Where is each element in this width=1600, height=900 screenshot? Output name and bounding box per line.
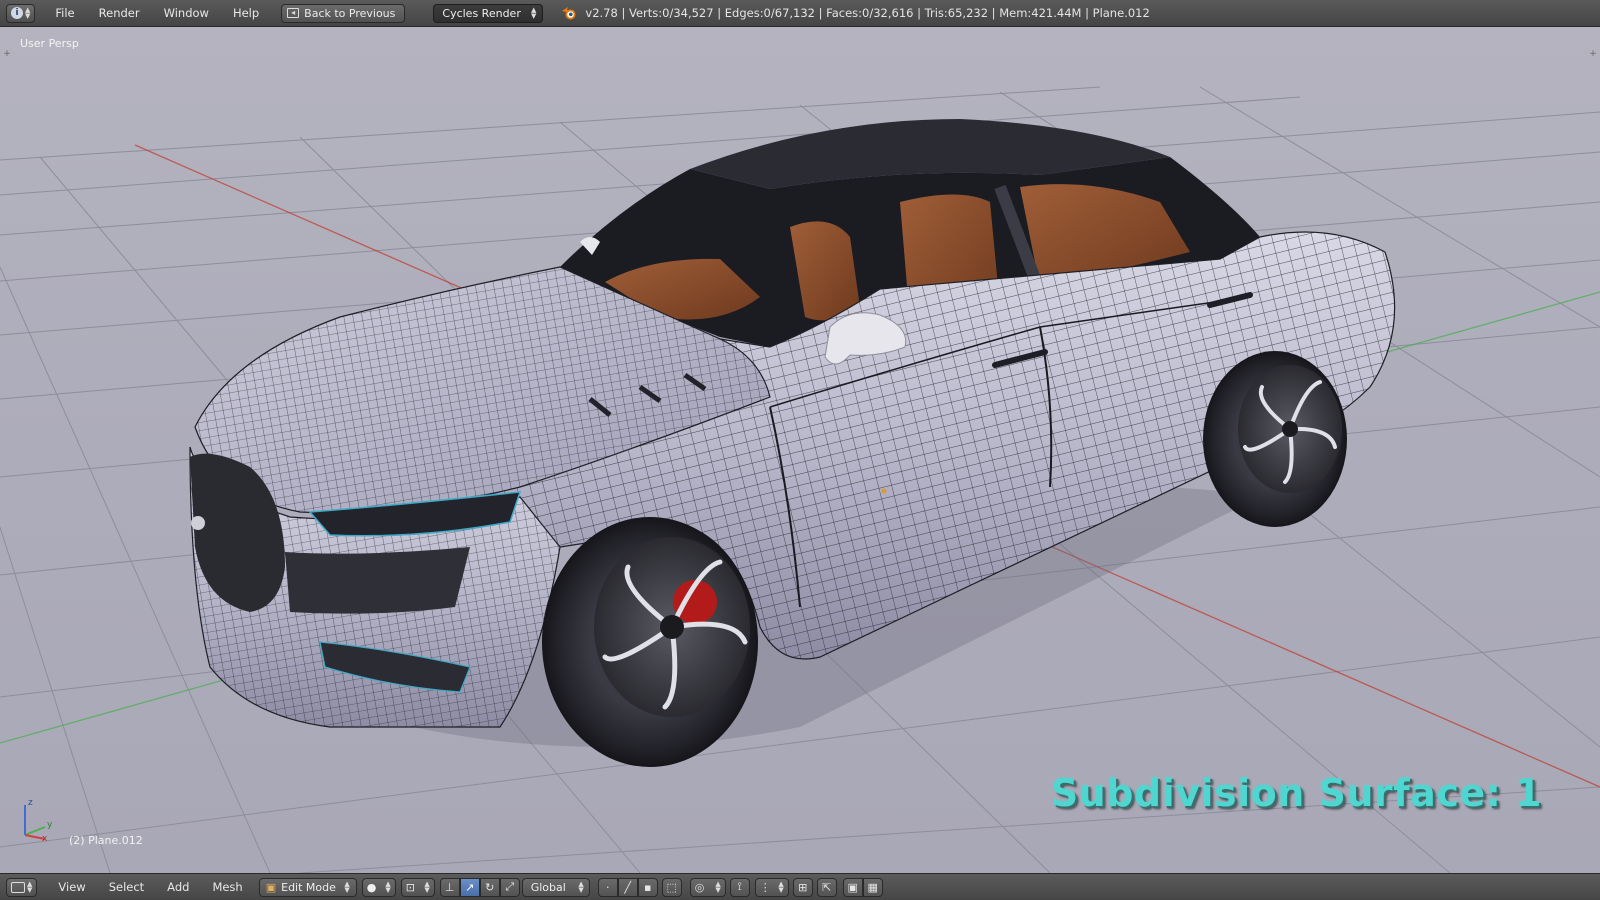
properties-toggle-icon[interactable]: + bbox=[1588, 49, 1598, 59]
up-down-arrows-icon: ▲ ▼ bbox=[25, 6, 31, 20]
menu-select[interactable]: Select bbox=[96, 880, 154, 894]
blender-logo-icon bbox=[562, 7, 576, 20]
menu-add[interactable]: Add bbox=[154, 880, 199, 894]
up-down-arrows-icon: ▲ ▼ bbox=[578, 880, 584, 894]
menu-view[interactable]: View bbox=[45, 880, 95, 894]
subdivision-overlay-text: Subdivision Surface: 1 bbox=[1050, 771, 1542, 815]
up-down-arrows-icon: ▲ ▼ bbox=[715, 880, 721, 894]
transform-orientation-value: Global bbox=[530, 880, 566, 894]
edit-mode-icon: ▣ bbox=[265, 880, 277, 894]
edge-select-icon[interactable]: ╱ bbox=[617, 877, 638, 897]
3d-viewport[interactable]: z y x User Persp (2) Plane.012 Subdivisi… bbox=[0, 27, 1600, 873]
up-down-arrows-icon: ▲ ▼ bbox=[778, 880, 784, 894]
snap-element-select[interactable]: ⋮ ▲ ▼ bbox=[754, 877, 789, 897]
solid-shading-icon: ● bbox=[366, 880, 377, 894]
render-image-icon[interactable]: ▣ bbox=[842, 877, 863, 897]
render-engine-value: Cycles Render bbox=[442, 6, 521, 20]
menu-file[interactable]: File bbox=[43, 6, 86, 20]
menu-window[interactable]: Window bbox=[152, 6, 221, 20]
pivot-point-select[interactable]: ⊡ ▲ ▼ bbox=[400, 877, 435, 897]
snap-target-icon[interactable]: ⊞ bbox=[792, 877, 813, 897]
axis-label-z: z bbox=[28, 798, 33, 808]
menu-render[interactable]: Render bbox=[87, 6, 152, 20]
editor-type-button[interactable]: ▲ ▼ bbox=[6, 877, 38, 897]
info-icon: i bbox=[11, 7, 23, 19]
menu-help[interactable]: Help bbox=[221, 6, 271, 20]
up-down-arrows-icon: ▲ ▼ bbox=[27, 880, 33, 894]
render-animation-icon[interactable]: ▦ bbox=[862, 877, 883, 897]
scene-statistics: v2.78 | Verts:0/34,527 | Edges:0/67,132 … bbox=[585, 6, 1150, 20]
vertex-select-icon[interactable]: · bbox=[597, 877, 618, 897]
proportional-editing-select[interactable]: ◎ ▲ ▼ bbox=[689, 877, 726, 897]
translate-manipulator-icon[interactable]: ↗ bbox=[459, 877, 480, 897]
back-to-previous-label: Back to Previous bbox=[304, 6, 396, 20]
axis-label-x: x bbox=[42, 834, 48, 844]
menu-mesh[interactable]: Mesh bbox=[199, 880, 252, 894]
proportional-editing-icon: ◎ bbox=[694, 880, 705, 894]
back-to-previous-button[interactable]: ◂ Back to Previous bbox=[281, 3, 406, 23]
interaction-mode-value: Edit Mode bbox=[281, 880, 336, 894]
interaction-mode-select[interactable]: ▣ Edit Mode ▲ ▼ bbox=[258, 877, 357, 897]
retopology-icon[interactable]: ⇱ bbox=[816, 877, 837, 897]
scale-manipulator-icon[interactable]: ⤢ bbox=[499, 877, 520, 897]
back-screen-icon: ◂ bbox=[287, 8, 300, 18]
pivot-icon: ⊡ bbox=[405, 880, 415, 894]
face-select-icon[interactable]: ▪ bbox=[637, 877, 658, 897]
transform-orientation-select[interactable]: Global ▲ ▼ bbox=[521, 877, 590, 897]
axis-label-y: y bbox=[47, 820, 53, 830]
manipulator-toggle-icon[interactable]: ⊥ bbox=[439, 877, 460, 897]
active-object-label: (2) Plane.012 bbox=[69, 834, 143, 847]
render-engine-select[interactable]: Cycles Render ▲ ▼ bbox=[433, 3, 544, 23]
rear-wheel[interactable] bbox=[1203, 351, 1347, 527]
snap-toggle-icon[interactable]: ⟟ bbox=[729, 877, 750, 897]
snap-increment-icon: ⋮ bbox=[759, 880, 771, 894]
car-lower-intake bbox=[285, 547, 470, 614]
info-header: i ▲ ▼ File Render Window Help ◂ Back to P… bbox=[0, 0, 1600, 27]
tool-shelf-toggle-icon[interactable]: + bbox=[2, 49, 12, 59]
up-down-arrows-icon: ▲ ▼ bbox=[531, 6, 537, 20]
car-mesh[interactable] bbox=[189, 119, 1396, 767]
view-name-label: User Persp bbox=[20, 37, 79, 50]
viewport-scene[interactable]: z y x bbox=[0, 27, 1600, 873]
car-badge bbox=[191, 516, 205, 530]
up-down-arrows-icon: ▲ ▼ bbox=[344, 880, 350, 894]
3d-view-header: ▲ ▼ View Select Add Mesh ▣ Edit Mode ▲ ▼ ●… bbox=[0, 873, 1600, 900]
up-down-arrows-icon: ▲ ▼ bbox=[424, 880, 430, 894]
rotate-manipulator-icon[interactable]: ↻ bbox=[479, 877, 500, 897]
limit-selection-icon[interactable]: ⬚ bbox=[661, 877, 682, 897]
up-down-arrows-icon: ▲ ▼ bbox=[385, 880, 391, 894]
viewport-shading-select[interactable]: ● ▲ ▼ bbox=[361, 877, 396, 897]
front-wheel[interactable] bbox=[542, 517, 758, 767]
axis-gizmo: z y x bbox=[24, 798, 53, 844]
editor-type-button[interactable]: i ▲ ▼ bbox=[6, 3, 36, 23]
3d-view-icon bbox=[11, 881, 25, 893]
3d-cursor-point bbox=[881, 488, 887, 494]
